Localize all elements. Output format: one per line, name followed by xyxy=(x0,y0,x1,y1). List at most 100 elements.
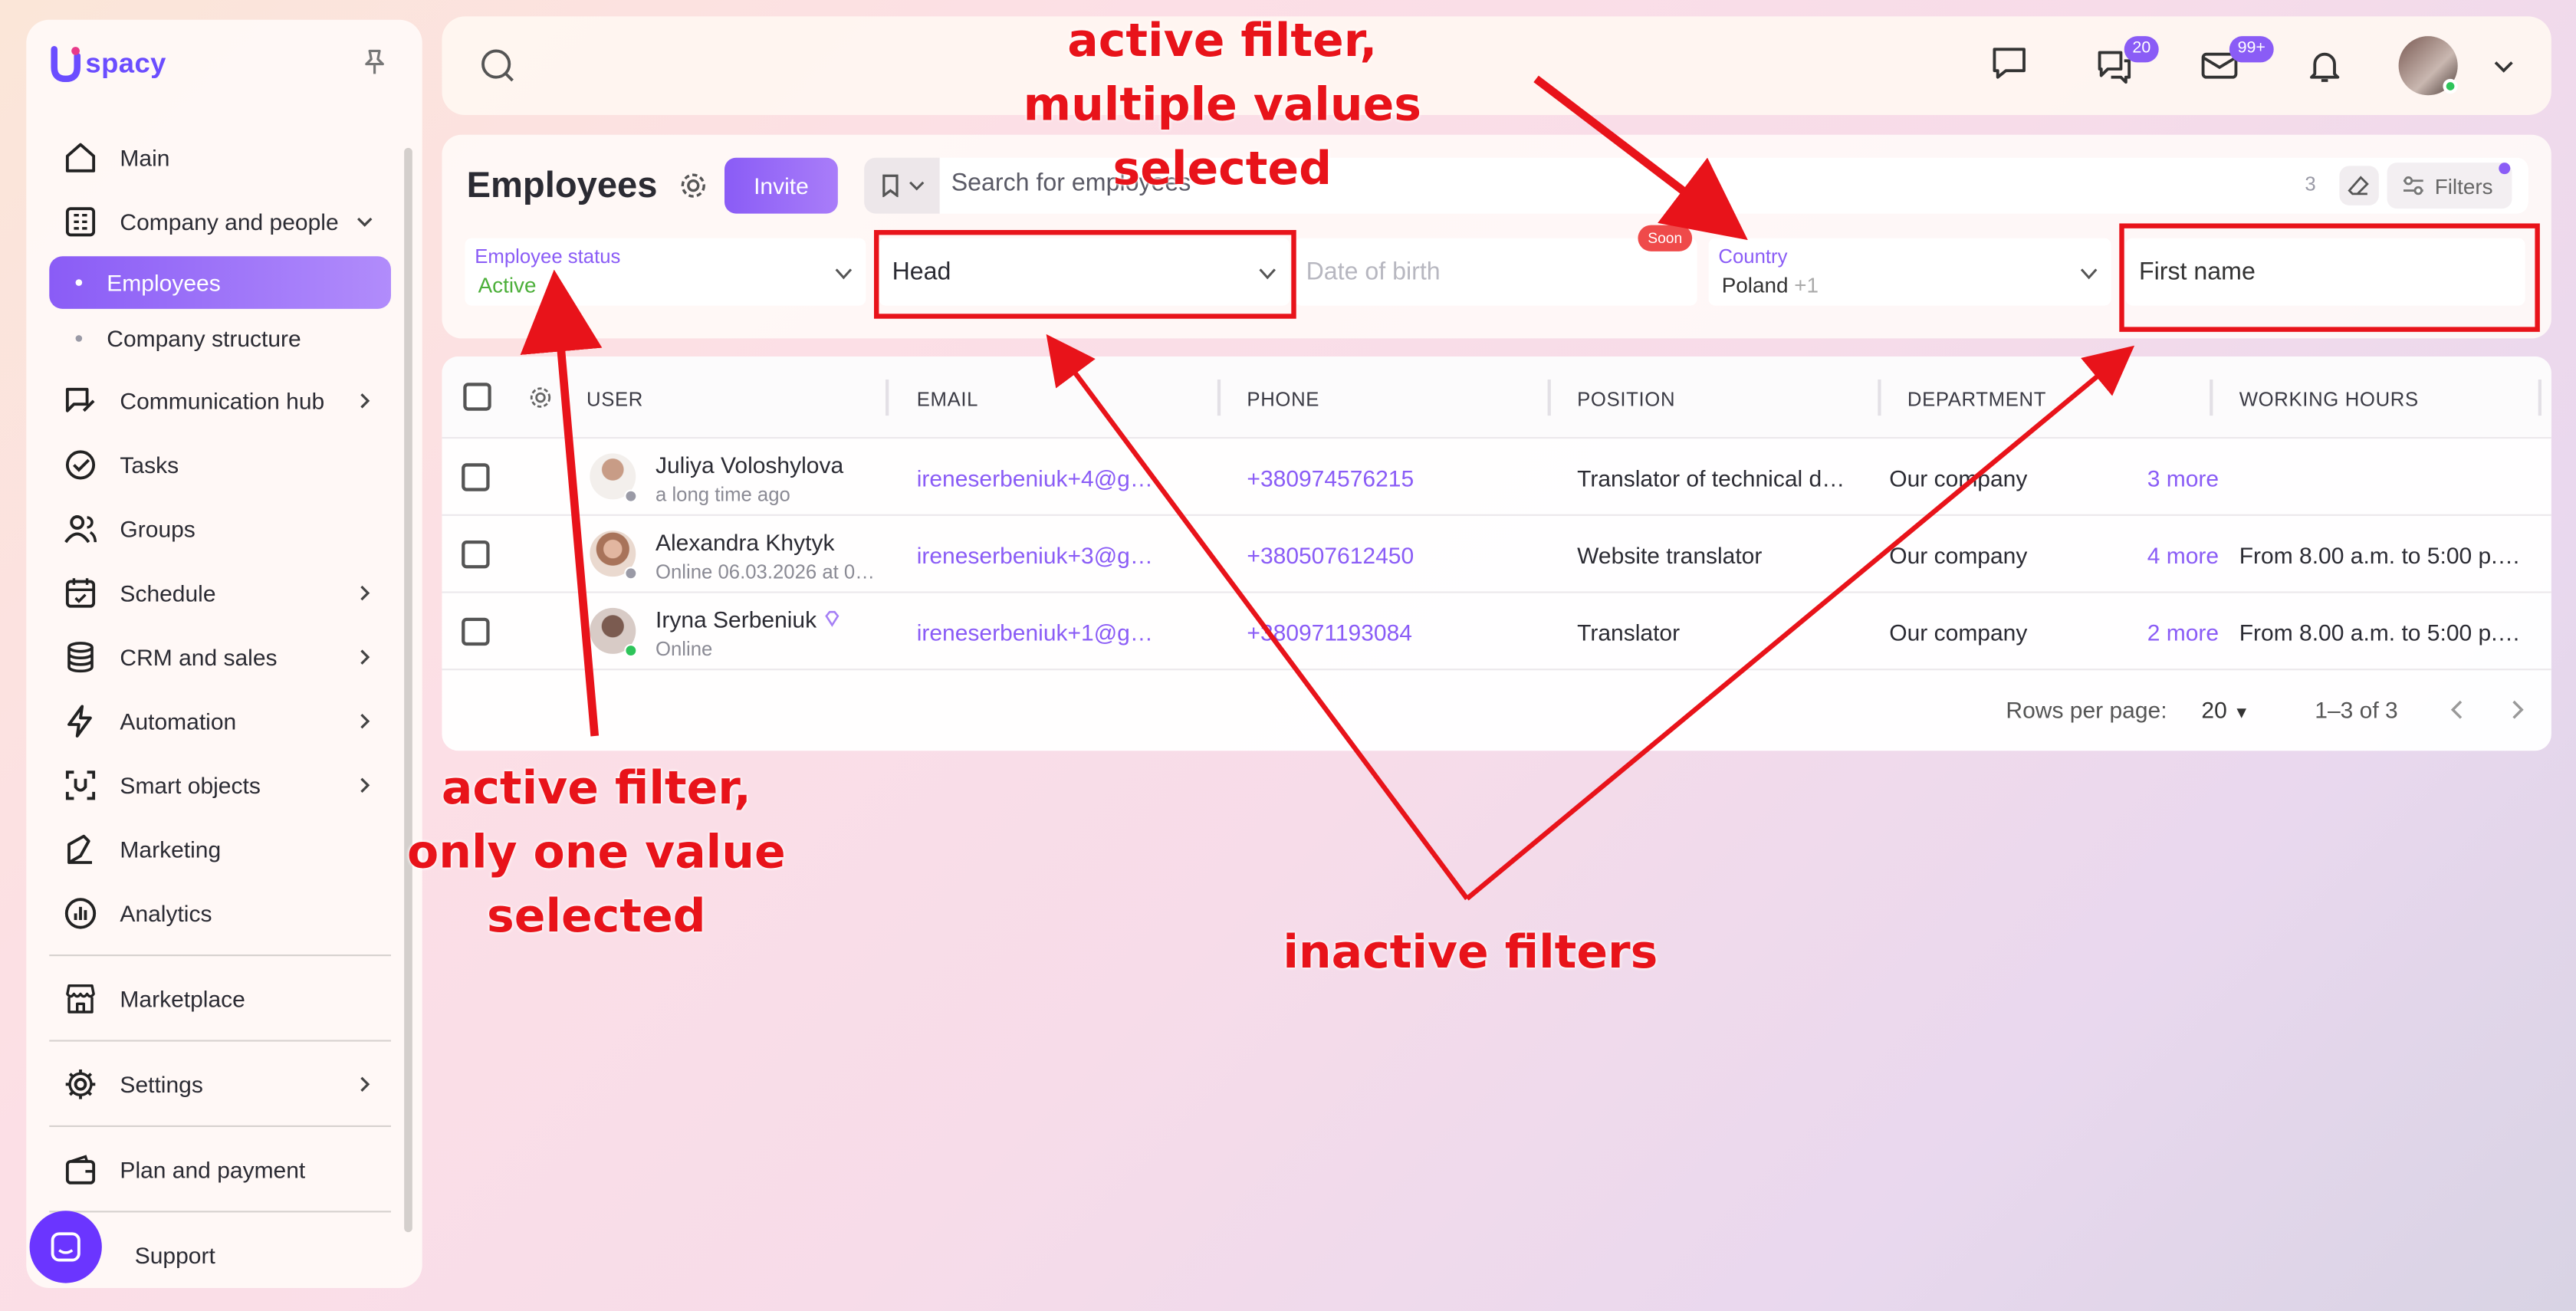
divider xyxy=(49,1211,391,1213)
sidebar-item-schedule[interactable]: Schedule xyxy=(49,560,391,625)
filter-country[interactable]: Country Poland +1 xyxy=(1708,238,2111,306)
phone-link[interactable]: +380507612450 xyxy=(1247,542,1414,568)
phone-link[interactable]: +380971193084 xyxy=(1247,619,1412,646)
logo[interactable]: spacy xyxy=(49,46,166,83)
offline-status-dot xyxy=(624,567,638,580)
user-status: Online xyxy=(656,637,713,661)
sidebar-item-employees[interactable]: Employees xyxy=(49,256,391,309)
annotation-text: active filter, only one value selected xyxy=(407,761,786,943)
email-link[interactable]: ireneserbeniuk+4@gmail.com xyxy=(917,465,1155,491)
gear-icon[interactable] xyxy=(677,169,710,202)
app-root: spacy Main Company and people Employees … xyxy=(0,0,2576,1311)
sidebar-item-label: Plan and payment xyxy=(120,1155,306,1182)
invite-button[interactable]: Invite xyxy=(724,157,838,214)
user-name[interactable]: Juliya Voloshylova xyxy=(656,452,843,478)
eraser-icon xyxy=(2348,176,2369,196)
row-checkbox[interactable] xyxy=(462,463,490,491)
sidebar-item-settings[interactable]: Settings xyxy=(49,1051,391,1116)
filters-button[interactable]: Filters xyxy=(2387,163,2512,209)
bolt-icon xyxy=(67,704,92,737)
column-header-phone[interactable]: PHONE xyxy=(1247,388,1319,411)
sidebar-item-plan-and-payment[interactable]: Plan and payment xyxy=(49,1137,391,1201)
filters-label: Filters xyxy=(2434,173,2493,199)
sidebar-item-label: Marketing xyxy=(120,835,222,862)
email-link[interactable]: ireneserbeniuk+3@gmail.com xyxy=(917,542,1155,568)
sidebar-item-crm-and-sales[interactable]: CRM and sales xyxy=(49,624,391,688)
column-header-position[interactable]: POSITION xyxy=(1577,388,1675,411)
more-departments-link[interactable]: 2 more xyxy=(2147,619,2219,646)
support-chat-button[interactable] xyxy=(29,1211,102,1283)
user-name[interactable]: Iryna Serbeniuk xyxy=(656,606,841,632)
sidebar-item-tasks[interactable]: Tasks xyxy=(49,432,391,497)
chevron-right-icon xyxy=(360,584,370,600)
table-pagination: Rows per page: 20 ▼ 1–3 of 3 xyxy=(442,669,2551,751)
user-status: Online 06.03.2026 at 08:00 xyxy=(656,560,886,583)
filter-value: Active xyxy=(478,272,537,297)
chevron-left-icon[interactable] xyxy=(2446,698,2469,721)
column-separator[interactable] xyxy=(1217,379,1221,416)
row-checkbox[interactable] xyxy=(462,617,490,646)
sidebar-item-label: Support xyxy=(134,1240,215,1268)
divider xyxy=(49,1125,391,1127)
sidebar-item-label: Marketplace xyxy=(120,984,245,1011)
column-separator[interactable] xyxy=(886,379,889,416)
sidebar-item-label: Analytics xyxy=(120,899,212,926)
column-separator[interactable] xyxy=(1547,379,1551,416)
sidebar-scrollbar[interactable] xyxy=(404,147,412,1233)
sidebar-item-label: Main xyxy=(120,143,170,170)
sidebar-item-label: CRM and sales xyxy=(120,642,278,670)
user-name[interactable]: Alexandra Khytyk xyxy=(656,529,834,555)
table-row[interactable]: Iryna Serbeniuk Online ireneserbeniuk+1@… xyxy=(442,593,2551,671)
column-settings-icon[interactable] xyxy=(527,384,554,410)
position-cell: Website translator xyxy=(1577,542,1763,569)
home-icon xyxy=(65,142,96,172)
online-status-dot xyxy=(624,644,638,658)
sidebar-item-groups[interactable]: Groups xyxy=(49,496,391,560)
sidebar-item-company-structure[interactable]: Company structure xyxy=(49,312,391,365)
check-circle-icon xyxy=(65,449,96,479)
column-separator[interactable] xyxy=(2210,379,2213,416)
column-header-working-hours[interactable]: WORKING HOURS xyxy=(2239,388,2419,411)
sidebar-item-automation[interactable]: Automation xyxy=(49,688,391,753)
column-header-user[interactable]: USER xyxy=(586,388,643,411)
clear-filters-button[interactable] xyxy=(2339,166,2379,205)
offline-status-dot xyxy=(624,489,638,503)
sidebar-item-company-and-people[interactable]: Company and people xyxy=(49,189,391,253)
pin-icon[interactable] xyxy=(360,48,389,77)
email-link[interactable]: ireneserbeniuk+1@gmail.com xyxy=(917,619,1155,646)
column-header-email[interactable]: EMAIL xyxy=(917,388,978,411)
user-status: a long time ago xyxy=(656,483,790,506)
department-cell: Our company xyxy=(1889,542,2028,569)
chevron-down-icon[interactable] xyxy=(2491,53,2517,79)
page-range: 1–3 of 3 xyxy=(2315,696,2398,723)
sidebar-item-communication-hub[interactable]: Communication hub xyxy=(49,368,391,432)
column-separator[interactable] xyxy=(1878,379,1881,416)
sidebar-item-label: Smart objects xyxy=(120,771,261,798)
chevron-right-icon[interactable] xyxy=(2505,698,2528,721)
more-departments-link[interactable]: 3 more xyxy=(2147,465,2219,491)
users-icon xyxy=(64,514,97,543)
bell-icon[interactable] xyxy=(2305,46,2344,85)
phone-link[interactable]: +380974576215 xyxy=(1247,465,1414,491)
sidebar-item-label: Schedule xyxy=(120,579,216,606)
row-checkbox[interactable] xyxy=(462,540,490,569)
table-row[interactable]: Juliya Voloshylova a long time ago irene… xyxy=(442,439,2551,516)
select-all-checkbox[interactable] xyxy=(463,383,491,411)
column-header-department[interactable]: DEPARTMENT xyxy=(1907,388,2046,411)
table-row[interactable]: Alexandra Khytyk Online 06.03.2026 at 08… xyxy=(442,516,2551,593)
chart-icon xyxy=(64,897,97,928)
column-separator[interactable] xyxy=(2538,379,2542,416)
sidebar-item-marketplace[interactable]: Marketplace xyxy=(49,966,391,1030)
mail-badge: 99+ xyxy=(2229,36,2274,63)
annotation-text: active filter, multiple values selected xyxy=(1023,13,1422,196)
filter-placeholder: Date of birth xyxy=(1306,258,1441,286)
filter-employee-status[interactable]: Employee status Active xyxy=(465,238,866,306)
sidebar-item-label: Communication hub xyxy=(120,386,325,413)
search-icon[interactable] xyxy=(478,46,518,85)
rows-per-page-select[interactable]: 20 ▼ xyxy=(2201,697,2249,723)
table-header: USER EMAIL PHONE POSITION DEPARTMENT WOR… xyxy=(442,356,2551,439)
sidebar-item-label: Settings xyxy=(120,1070,203,1097)
more-departments-link[interactable]: 4 more xyxy=(2147,542,2219,568)
sidebar-item-main[interactable]: Main xyxy=(49,125,391,189)
comment-icon[interactable] xyxy=(1990,43,2029,82)
